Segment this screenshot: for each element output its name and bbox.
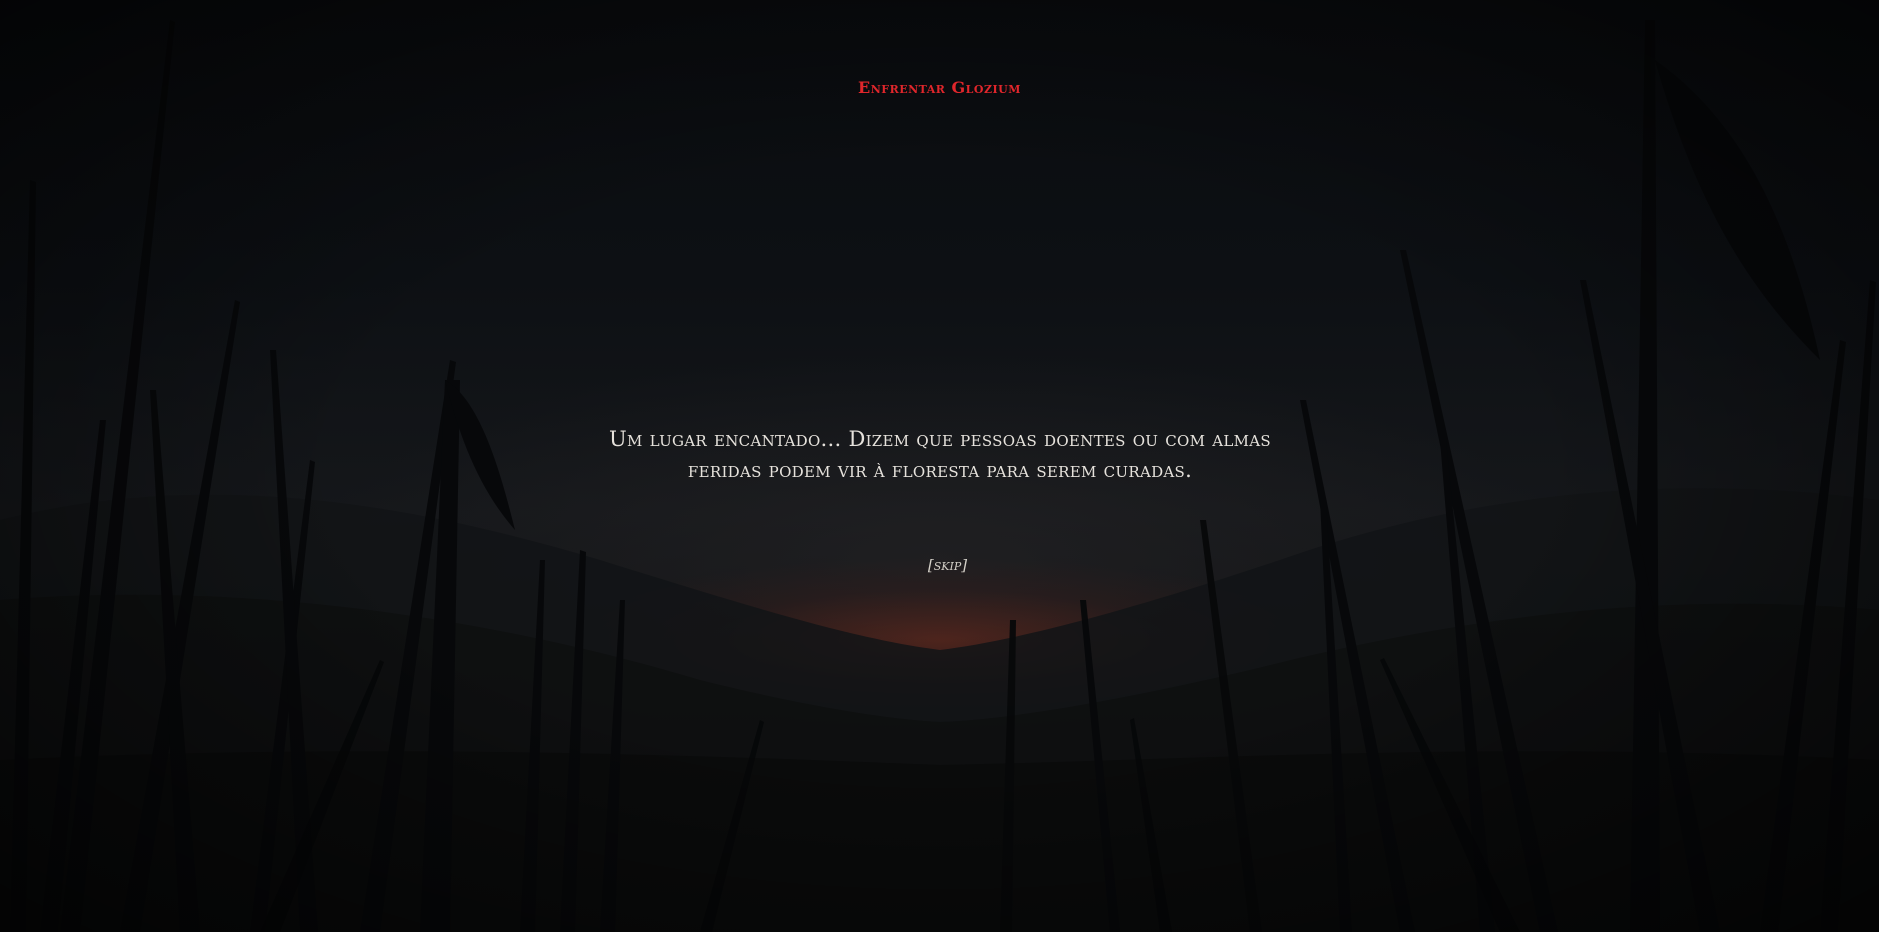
- skip-button[interactable]: [skip]: [0, 556, 1879, 574]
- face-enemy-button[interactable]: Enfrentar Glozium: [0, 78, 1879, 97]
- narration-text: Um lugar encantado... Dizem que pessoas …: [540, 424, 1340, 486]
- narration-line: feridas podem vir à floresta para serem …: [687, 458, 1193, 482]
- narration-line: Um lugar encantado... Dizem que pessoas …: [609, 427, 1271, 451]
- game-scene: Enfrentar Glozium Um lugar encantado... …: [0, 0, 1879, 932]
